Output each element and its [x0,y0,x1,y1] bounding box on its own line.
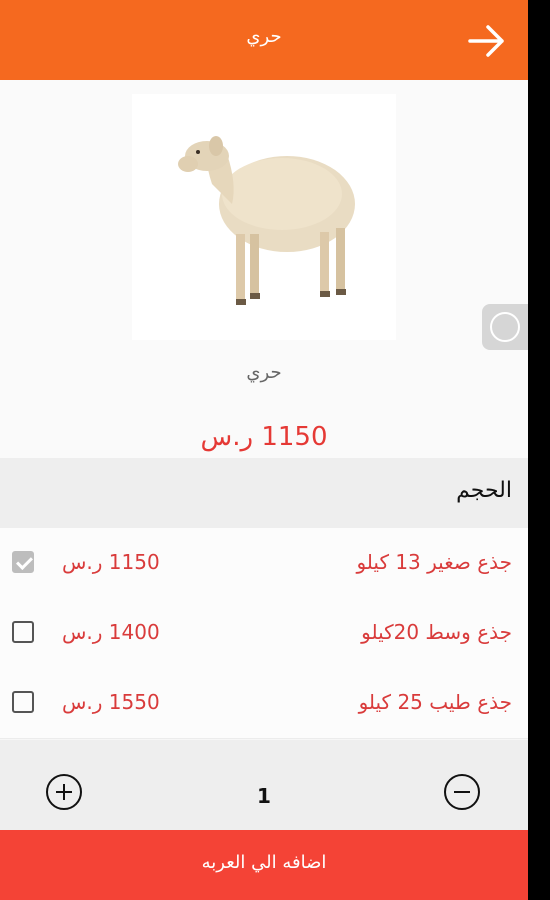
floating-assistive-button[interactable] [482,304,528,350]
quantity-value: 1 [257,784,271,808]
size-option-name: جذع صغير 13 كيلو [356,550,512,574]
product-screen: حري حري 1150 ر.س الحجم جذع صغير 13 كيلو … [0,0,528,900]
size-option[interactable]: جذع طيب 25 كيلو 1550 ر.س [0,668,528,739]
page-title: حري [246,26,282,47]
product-hero: حري 1150 ر.س [0,80,528,458]
size-option-name: جذع طيب 25 كيلو [358,690,512,714]
size-option-price: 1150 ر.س [62,550,160,574]
minus-circle-icon[interactable] [444,774,480,810]
size-option-price: 1550 ر.س [62,690,160,714]
arrow-right-icon[interactable] [466,20,508,62]
size-option-checkbox[interactable] [12,621,34,643]
plus-circle-icon[interactable] [46,774,82,810]
product-price: 1150 ر.س [200,422,328,452]
size-option-checkbox[interactable] [12,551,34,573]
size-option-price: 1400 ر.س [62,620,160,644]
circle-icon [490,312,520,342]
add-to-cart-button[interactable]: اضافه الي العربه [0,830,528,900]
quantity-stepper: 1 [0,740,528,830]
product-image [132,94,396,340]
top-app-bar: حري [0,0,528,80]
size-section-header: الحجم [0,458,528,528]
size-option[interactable]: جذع صغير 13 كيلو 1150 ر.س [0,528,528,599]
product-name: حري [246,362,282,383]
add-to-cart-label: اضافه الي العربه [201,852,327,873]
size-option-name: جذع وسط 20كيلو [361,620,512,644]
size-option-checkbox[interactable] [12,691,34,713]
size-section-title: الحجم [456,478,512,503]
size-option[interactable]: جذع وسط 20كيلو 1400 ر.س [0,598,528,669]
